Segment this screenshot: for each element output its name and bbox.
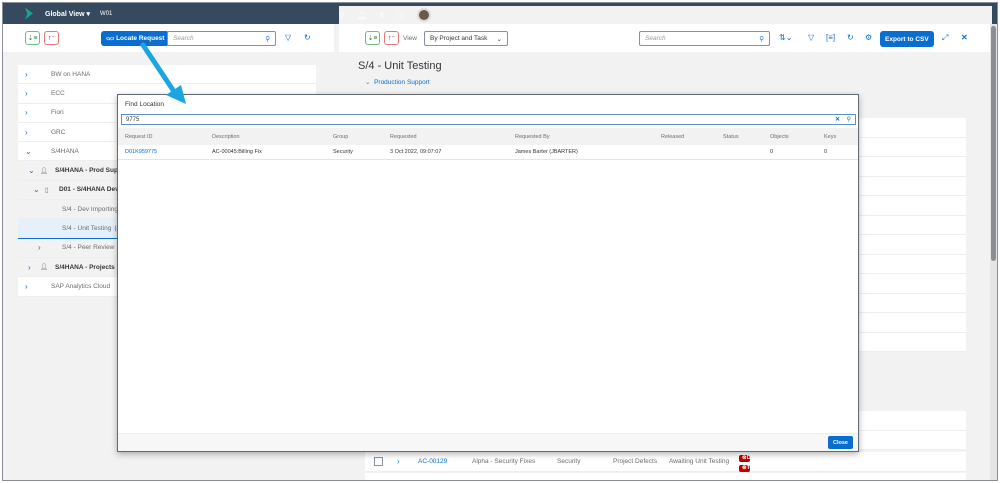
row-description: Alpha - Security Fixes: [472, 458, 536, 465]
dev-enforcer-badge: ⊗ Dev Enforcer: [739, 455, 769, 468]
right-toolbar: ⇣≡ ↑⁻ View By Project and Task ⌄ Search ⚲ …: [339, 24, 992, 52]
system-label: W01: [100, 10, 113, 17]
left-toolbar: ⇣≡ ↑⁻ 👓︎ Locate Request Search ⚲ ▽ ↻: [3, 24, 334, 52]
left-search-input[interactable]: Search ⚲: [167, 31, 276, 46]
node-label: S/4HANA - Projects: [55, 263, 115, 271]
search-placeholder: Search: [173, 35, 194, 42]
system-icon: ▯: [45, 186, 49, 194]
row-id-link[interactable]: AC-00129: [418, 458, 447, 465]
testing-problem-badge: ⊗ Testing - Problem: [739, 465, 769, 480]
column-header: Objects: [770, 133, 789, 140]
view-value: By Project and Task: [430, 35, 488, 42]
section-label: Production Support: [374, 79, 430, 86]
expand-all-button[interactable]: ⇣≡: [365, 31, 380, 45]
collapse-all-button[interactable]: ↑⁻: [44, 31, 59, 45]
export-csv-button[interactable]: Export to CSV: [880, 31, 934, 47]
dialog-footer: Close: [118, 433, 858, 451]
right-search-input[interactable]: Search ⚲: [639, 31, 770, 46]
group-icon: 👤︎: [40, 167, 49, 175]
row-group: Security: [557, 458, 581, 465]
refresh-icon[interactable]: ↻: [304, 33, 311, 42]
node-label: S/4 - Unit Testing: [62, 225, 112, 233]
clear-icon[interactable]: ✕: [835, 116, 840, 123]
fullscreen-icon[interactable]: ⤢: [942, 33, 948, 43]
app-frame: Global View ▾ W01 ⚲ 🔔︎ ⊻ ⓘ ⇣≡ ↑⁻ 👓︎ Loca…: [2, 2, 998, 481]
logo-icon: [25, 7, 33, 20]
find-location-search-input[interactable]: 9775 ✕ ⚲: [121, 114, 856, 125]
global-view-menu[interactable]: Global View ▾: [45, 10, 90, 18]
view-label: View: [403, 35, 417, 42]
column-header: Requested: [390, 133, 417, 140]
locate-request-button[interactable]: 👓︎ Locate Request: [101, 31, 170, 46]
filter-icon[interactable]: ▽: [808, 33, 814, 42]
bell-icon[interactable]: 🔔︎: [357, 11, 367, 20]
column-header: Keys: [824, 133, 837, 140]
cell-group: Security: [333, 149, 353, 155]
group-icon: 👤︎: [40, 264, 49, 272]
help-icon[interactable]: ⓘ: [397, 10, 405, 21]
row-status: Awaiting Unit Testing: [669, 458, 730, 465]
sort-icon[interactable]: ⇅⌄: [779, 33, 792, 42]
detail-title: S/4 - Unit Testing: [358, 60, 442, 72]
close-button[interactable]: Close: [828, 436, 853, 449]
row-checkbox[interactable]: [374, 457, 383, 466]
cell-description: AC-00045:Billing Fix: [212, 149, 262, 155]
search-icon[interactable]: ⚲: [265, 35, 270, 43]
tree-node[interactable]: › BW on HANA: [18, 65, 316, 85]
node-label: S/4HANA: [51, 147, 79, 155]
search-icon[interactable]: ⚲: [339, 11, 345, 20]
table-row[interactable]: › AC-00129 Alpha - Security Fixes Securi…: [365, 452, 966, 480]
results-table-header: Request ID Description Group Requested R…: [118, 128, 858, 145]
close-icon[interactable]: ✕: [961, 33, 968, 42]
column-header: Status: [723, 133, 739, 140]
cell-keys: 0: [824, 149, 828, 155]
request-id-link[interactable]: D01K959775: [125, 149, 157, 155]
cell-objects: 0: [770, 149, 774, 155]
node-label: ECC: [51, 89, 65, 97]
node-label: S/4 - Dev Importing: [62, 205, 118, 213]
collapse-all-button[interactable]: ↑⁻: [384, 31, 399, 45]
shell-bar: Global View ▾ W01 ⚲ 🔔︎ ⊻ ⓘ: [3, 3, 997, 24]
settings-icon[interactable]: ⚙: [865, 33, 872, 42]
refresh-icon[interactable]: ↻: [847, 33, 854, 42]
node-label: D01 - S/4HANA Deve: [59, 186, 123, 194]
column-header: Description: [212, 133, 240, 140]
node-label: BW on HANA: [51, 70, 91, 78]
view-select[interactable]: By Project and Task ⌄: [424, 31, 508, 46]
search-value: 9775: [126, 116, 140, 123]
filter-icon[interactable]: ▽: [285, 33, 291, 42]
column-header: Released: [661, 133, 685, 140]
node-label: S/4HANA - Prod Supp: [55, 167, 122, 175]
cell-requested: 3 Oct 2022, 09:07:07: [390, 149, 442, 155]
locate-label: Locate Request: [116, 35, 165, 42]
shell-title: Global View: [45, 10, 85, 18]
avatar[interactable]: [416, 8, 431, 22]
node-label: Fiori: [51, 109, 64, 117]
filter-plus-icon[interactable]: ⊻: [379, 11, 385, 20]
find-location-dialog: Find Location 9775 ✕ ⚲ Request ID Descript…: [117, 94, 859, 452]
node-label: SAP Analytics Cloud: [51, 282, 111, 290]
group-icon[interactable]: [≡]: [826, 33, 835, 42]
dialog-title: Find Location: [125, 101, 165, 108]
cell-requested-by: James Barter (JBARTER): [515, 149, 578, 155]
column-header: Request ID: [125, 133, 153, 140]
column-header: Group: [333, 133, 349, 140]
expand-all-button[interactable]: ⇣≡: [25, 31, 40, 45]
chevron-right-icon[interactable]: ›: [397, 457, 400, 466]
search-icon[interactable]: ⚲: [759, 35, 764, 43]
search-placeholder: Search: [645, 35, 666, 42]
row-type: Project Defects: [613, 458, 658, 465]
search-icon[interactable]: ⚲: [847, 116, 851, 123]
node-label: S/4 - Peer Review: [62, 244, 115, 252]
section-production-support[interactable]: ⌄ Production Support: [365, 78, 430, 86]
table-row[interactable]: D01K959775 AC-00045:Billing Fix Security…: [118, 145, 858, 160]
vertical-scrollbar[interactable]: [990, 24, 997, 480]
column-header: Requested By: [515, 133, 550, 140]
binoculars-icon: 👓︎: [106, 35, 117, 43]
chevron-down-icon: ⌄: [496, 35, 502, 43]
node-label: GRC: [51, 128, 66, 136]
